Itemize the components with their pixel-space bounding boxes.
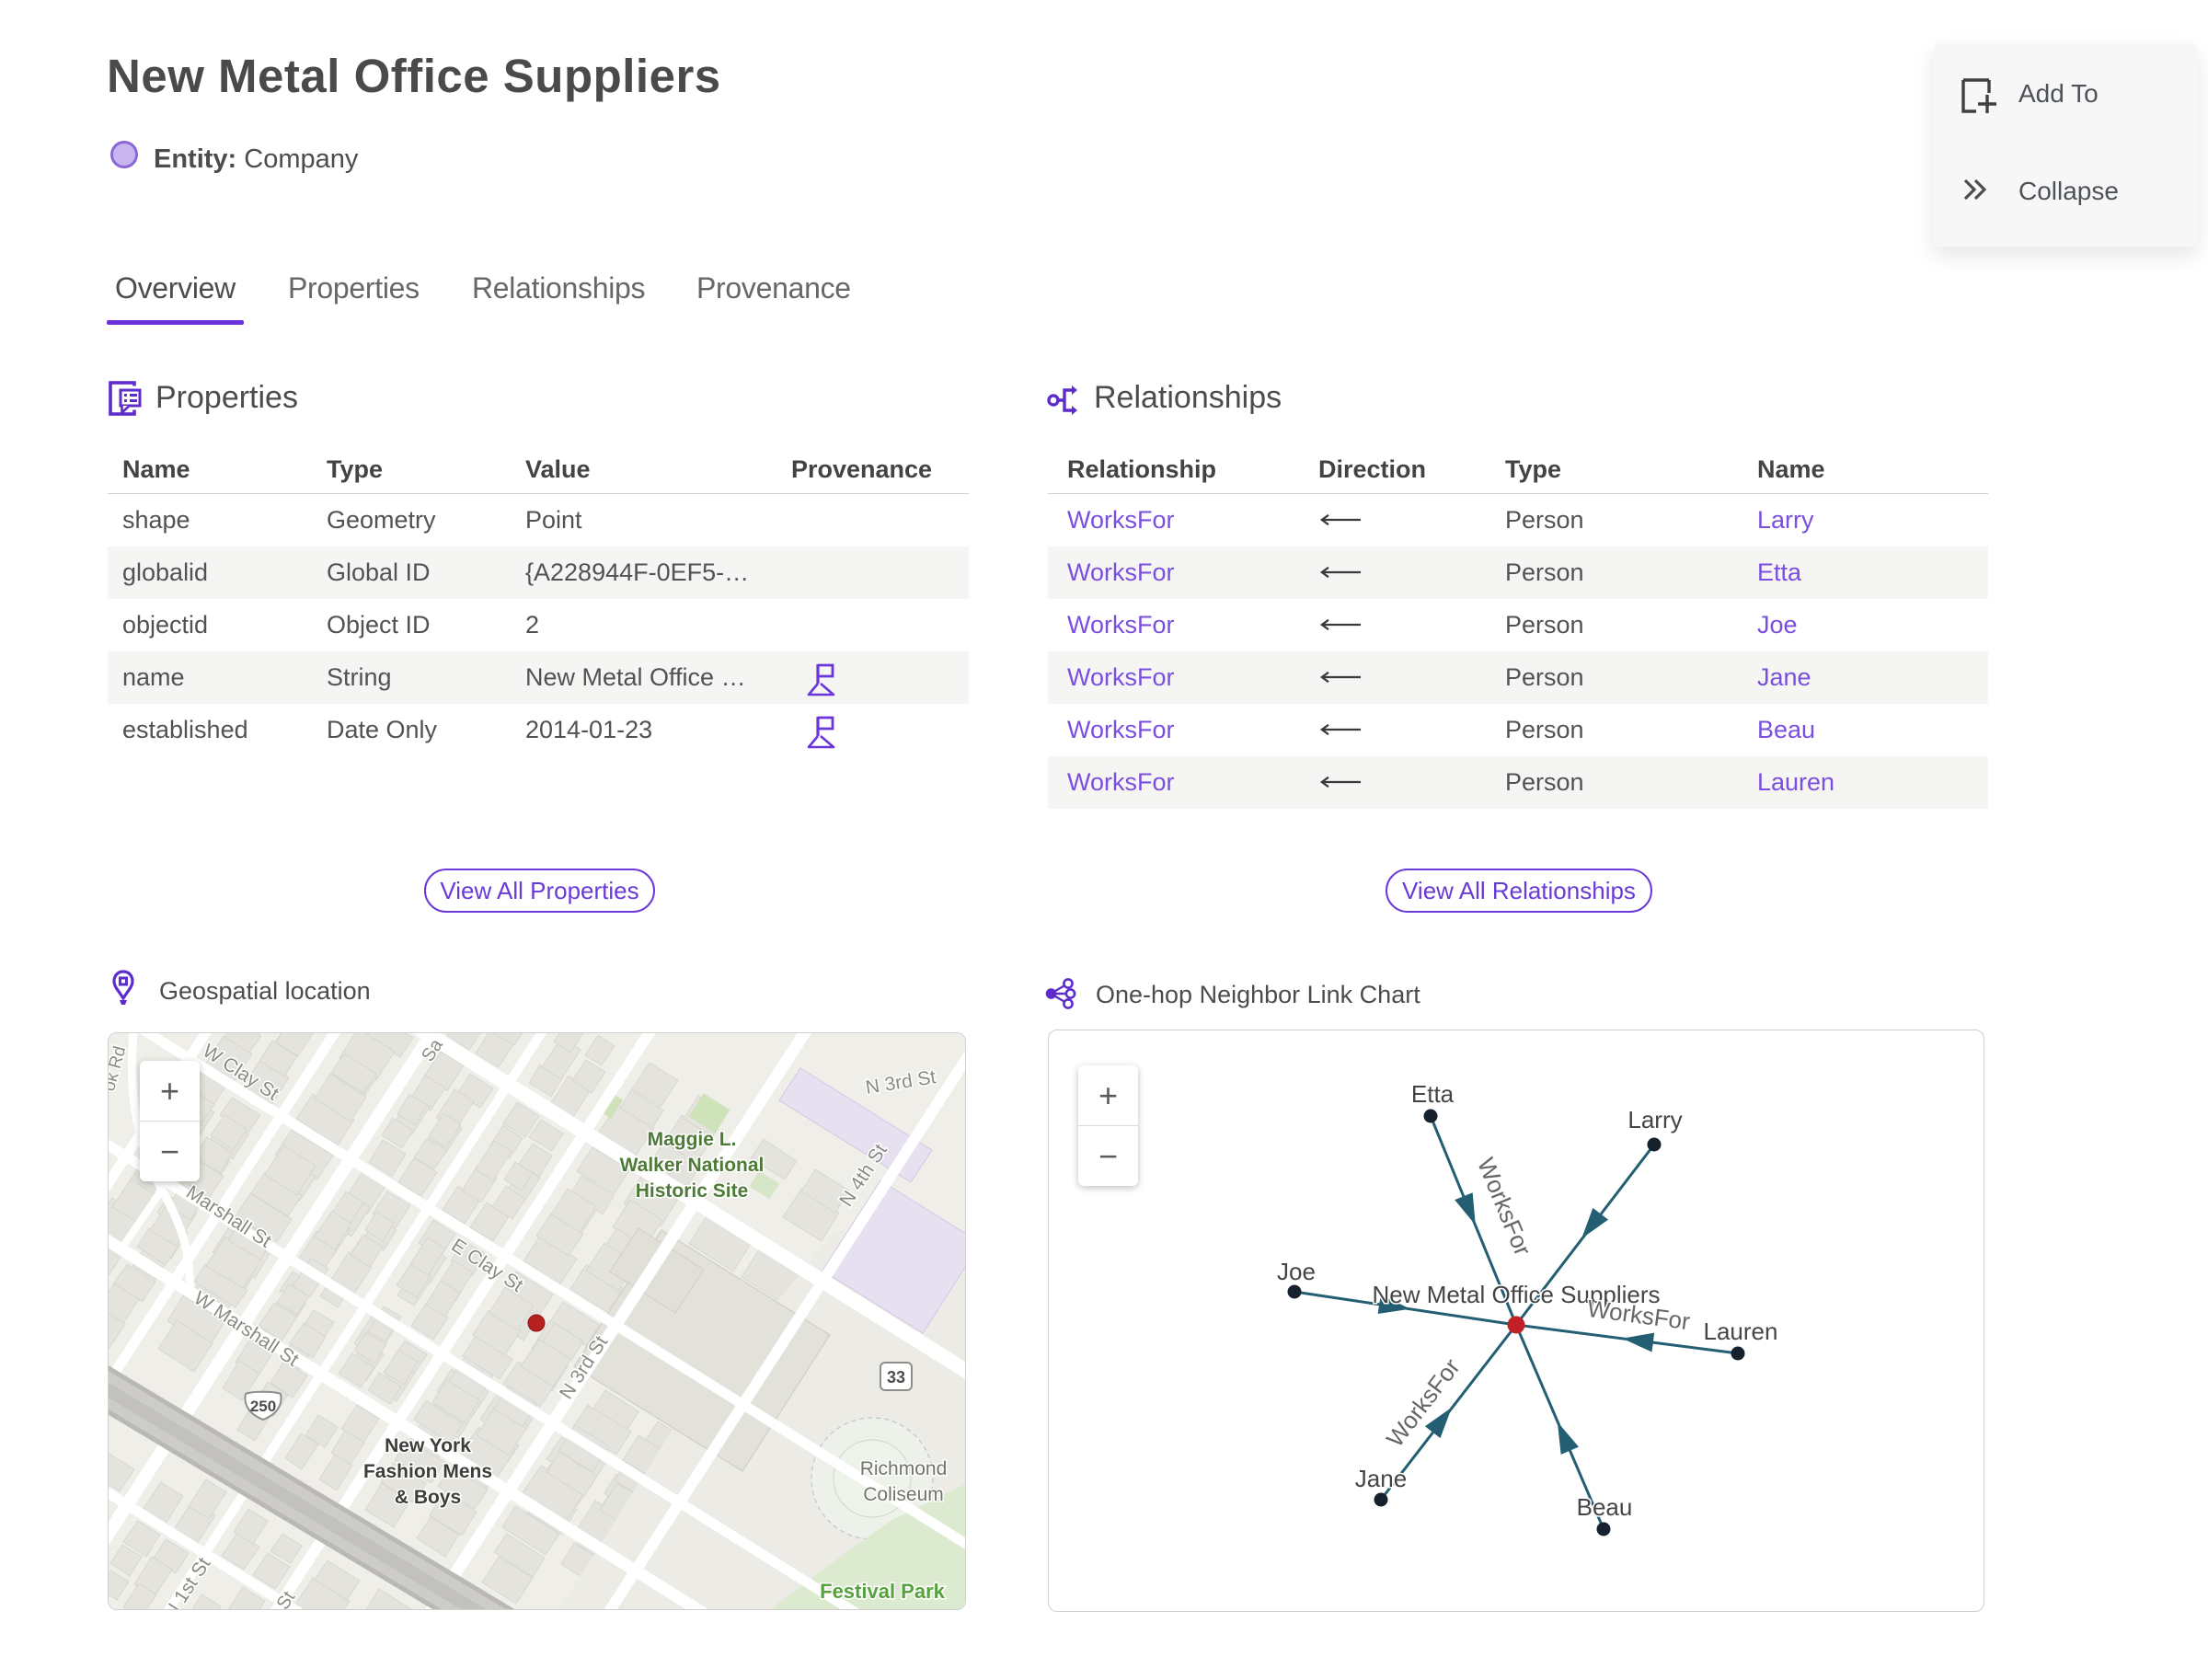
svg-text:& Boys: & Boys xyxy=(395,1487,461,1508)
svg-text:Richmond: Richmond xyxy=(860,1458,948,1479)
svg-text:Joe: Joe xyxy=(1277,1258,1316,1285)
svg-text:WorksFor: WorksFor xyxy=(1586,1295,1692,1335)
svg-text:Historic Site: Historic Site xyxy=(636,1180,749,1202)
svg-text:Jane: Jane xyxy=(1355,1465,1407,1492)
svg-text:Coliseum: Coliseum xyxy=(863,1484,944,1505)
svg-text:Maggie L.: Maggie L. xyxy=(648,1129,737,1150)
svg-text:WorksFor: WorksFor xyxy=(1381,1353,1466,1453)
svg-text:33: 33 xyxy=(887,1368,905,1387)
svg-text:Lauren: Lauren xyxy=(1704,1318,1778,1345)
svg-text:Fashion Mens: Fashion Mens xyxy=(363,1461,492,1482)
svg-text:Etta: Etta xyxy=(1411,1080,1455,1108)
svg-text:New York: New York xyxy=(385,1435,471,1456)
svg-text:Beau: Beau xyxy=(1577,1493,1633,1521)
svg-text:Festival Park: Festival Park xyxy=(820,1580,946,1603)
svg-text:250: 250 xyxy=(250,1398,276,1415)
svg-text:Larry: Larry xyxy=(1627,1106,1682,1133)
svg-text:Walker National: Walker National xyxy=(620,1155,765,1176)
